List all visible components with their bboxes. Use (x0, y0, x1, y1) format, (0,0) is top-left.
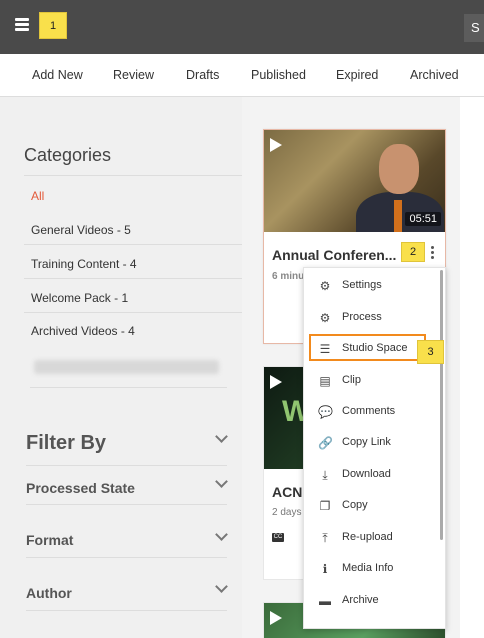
tab-published[interactable]: Published (251, 68, 306, 82)
closed-captions-icon: CC (272, 533, 284, 542)
menu-item-label: Archive (342, 594, 379, 606)
category-archived-videos[interactable]: Archived Videos - 4 (31, 324, 135, 338)
tab-review[interactable]: Review (113, 68, 154, 82)
scroll-area (460, 97, 484, 638)
play-icon[interactable] (270, 138, 282, 152)
info-icon: ℹ (322, 562, 328, 576)
blurred-category (34, 360, 219, 374)
card-subtitle: 6 minu (272, 271, 305, 282)
menu-item-download[interactable]: ⤓ Download (304, 460, 445, 490)
menu-item-media-info[interactable]: ℹ Media Info (304, 554, 445, 584)
category-training-content[interactable]: Training Content - 4 (31, 257, 137, 271)
film-icon: ▤ (319, 374, 331, 388)
menu-item-copy[interactable]: ❐ Copy (304, 491, 445, 521)
divider (30, 387, 227, 388)
search-button[interactable]: S (464, 14, 484, 42)
upload-icon: ⤒ (322, 531, 328, 545)
card-title[interactable]: Annual Conferen... (272, 247, 396, 263)
download-icon: ⤓ (322, 468, 328, 482)
divider (24, 312, 252, 313)
presenter-head (379, 144, 419, 194)
filter-format[interactable]: Format (26, 532, 73, 548)
play-icon[interactable] (270, 611, 282, 625)
divider (24, 278, 252, 279)
menu-item-settings[interactable]: ⚙ Settings (304, 271, 445, 301)
gear-icon: ⚙ (319, 279, 331, 293)
callout-3: 3 (418, 341, 443, 363)
process-icon: ⚙ (319, 311, 331, 325)
menu-item-label: Copy Link (342, 436, 391, 448)
play-icon[interactable] (270, 375, 282, 389)
more-options-icon[interactable] (431, 246, 435, 260)
tab-expired[interactable]: Expired (336, 68, 378, 82)
top-bar: 1 S (0, 0, 484, 54)
divider (24, 244, 252, 245)
studio-space-highlight (309, 334, 426, 361)
duration-badge: 05:51 (405, 212, 441, 226)
copy-icon: ❐ (319, 499, 331, 513)
presenter-tie (394, 200, 402, 232)
categories-title: Categories (24, 145, 112, 165)
actions-menu: ⚙ Settings ⚙ Process ☰ Studio Space ▤ Cl… (303, 267, 446, 629)
filter-processed-state[interactable]: Processed State (26, 480, 135, 496)
menu-item-archive[interactable]: ▬ Archive (304, 586, 445, 616)
menu-item-label: Copy (342, 499, 368, 511)
menu-item-label: Re-upload (342, 531, 393, 543)
video-thumbnail[interactable]: 05:51 (264, 130, 445, 232)
menu-item-label: Download (342, 468, 391, 480)
divider (26, 610, 227, 611)
menu-item-clip[interactable]: ▤ Clip (304, 366, 445, 396)
divider (26, 557, 227, 558)
divider (26, 465, 227, 466)
divider (26, 504, 227, 505)
tabs-bar: Add New Review Drafts Published Expired … (0, 54, 484, 97)
tab-drafts[interactable]: Drafts (186, 68, 219, 82)
menu-item-copy-link[interactable]: 🔗 Copy Link (304, 428, 445, 458)
menu-item-comments[interactable]: 💬 Comments (304, 397, 445, 427)
menu-item-label: Comments (342, 405, 396, 417)
link-icon: 🔗 (318, 436, 333, 450)
menu-item-label: Media Info (342, 562, 394, 574)
filter-author[interactable]: Author (26, 585, 72, 601)
category-welcome-pack[interactable]: Welcome Pack - 1 (31, 291, 128, 305)
archive-icon: ▬ (319, 594, 331, 608)
callout-1: 1 (40, 13, 66, 38)
menu-item-label: Settings (342, 279, 382, 291)
menu-item-label: Process (342, 311, 382, 323)
card-title[interactable]: ACN (272, 484, 302, 500)
tab-add-new[interactable]: Add New (32, 68, 83, 82)
tab-archived[interactable]: Archived (410, 68, 459, 82)
category-all[interactable]: All (31, 189, 44, 203)
category-general-videos[interactable]: General Videos - 5 (31, 223, 131, 237)
hamburger-icon[interactable] (15, 18, 29, 31)
divider (24, 175, 252, 176)
menu-item-process[interactable]: ⚙ Process (304, 303, 445, 333)
menu-item-re-upload[interactable]: ⤒ Re-upload (304, 523, 445, 553)
callout-2: 2 (402, 243, 424, 261)
card-subtitle: 2 days (272, 507, 302, 518)
menu-item-label: Clip (342, 374, 361, 386)
comments-icon: 💬 (318, 405, 333, 419)
filter-by-title: Filter By (26, 432, 107, 454)
